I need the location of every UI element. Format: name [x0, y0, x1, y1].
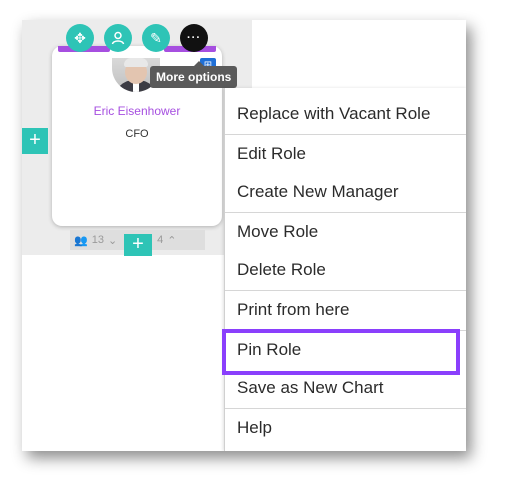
reports-count: 4 — [157, 234, 164, 246]
org-chart-canvas: ⊞ Eric Eisenhower CFO ✥ ✎ ··· More optio… — [22, 20, 252, 256]
more-options-tooltip: More options — [150, 61, 238, 88]
menu-item-help[interactable]: Help — [225, 409, 466, 447]
pencil-icon[interactable]: ✎ — [142, 24, 170, 52]
role-title: CFO — [125, 128, 149, 140]
move-icon[interactable]: ✥ — [66, 24, 94, 52]
pin-role-highlight-box — [222, 329, 460, 375]
menu-item-edit-role[interactable]: Edit Role — [225, 135, 466, 173]
menu-item-create-manager[interactable]: Create New Manager — [225, 173, 466, 211]
screenshot-frame: ⊞ Eric Eisenhower CFO ✥ ✎ ··· More optio… — [22, 20, 466, 451]
add-subordinate-button[interactable]: + — [124, 234, 152, 256]
menu-item-print-from-here[interactable]: Print from here — [225, 291, 466, 329]
context-menu: Replace with Vacant Role Edit Role Creat… — [224, 88, 466, 451]
menu-item-replace-vacant[interactable]: Replace with Vacant Role — [225, 95, 466, 133]
menu-item-delete-role[interactable]: Delete Role — [225, 251, 466, 289]
more-options-icon[interactable]: ··· — [180, 24, 208, 52]
add-sibling-button[interactable]: + — [22, 128, 48, 154]
menu-item-move-role[interactable]: Move Role — [225, 213, 466, 251]
team-count: 13 — [91, 234, 104, 246]
chevron-up-icon[interactable]: ⌃ — [167, 234, 176, 247]
team-icon: 👥 — [74, 234, 88, 247]
role-name[interactable]: Eric Eisenhower — [52, 104, 222, 118]
user-icon[interactable] — [104, 24, 132, 52]
collapse-chevron-icon[interactable]: ⌄ — [108, 234, 117, 247]
